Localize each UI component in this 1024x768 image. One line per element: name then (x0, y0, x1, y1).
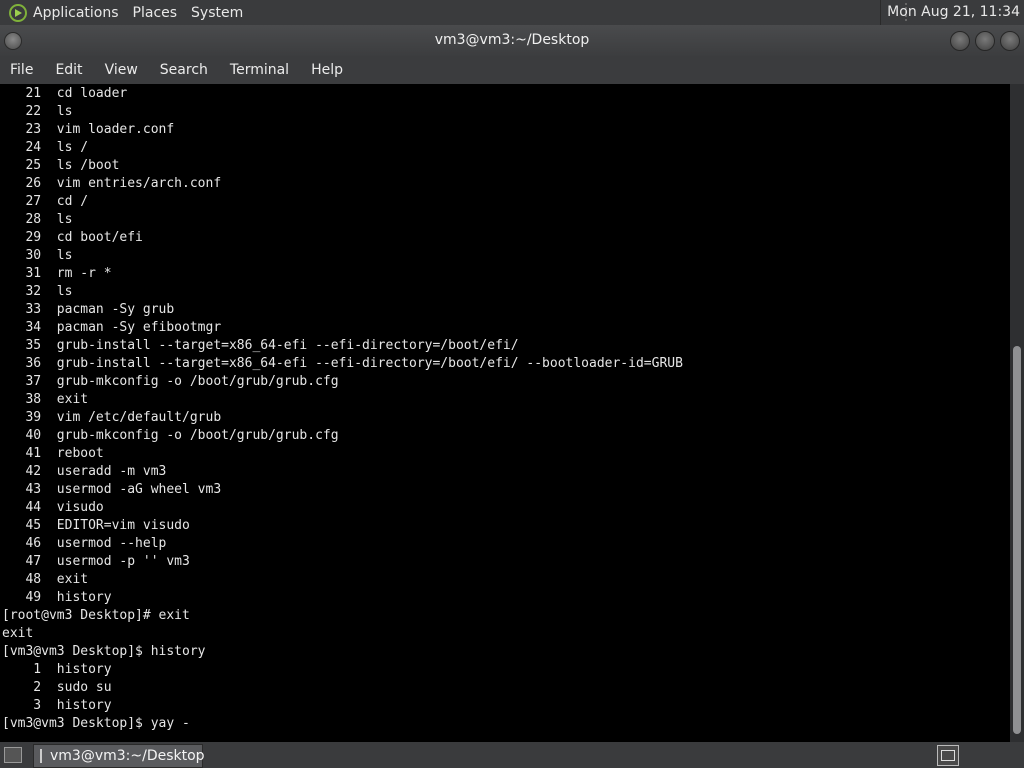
terminal-line: 29 cd boot/efi (2, 230, 143, 245)
menu-search[interactable]: Search (160, 62, 208, 78)
terminal-line: 2 sudo su (2, 680, 112, 695)
terminal-line: 42 useradd -m vm3 (2, 464, 167, 479)
terminal-line: 26 vim entries/arch.conf (2, 176, 222, 191)
terminal-line: 40 grub-mkconfig -o /boot/grub/grub.cfg (2, 428, 339, 443)
terminal-line: 25 ls /boot (2, 158, 120, 173)
menu-file[interactable]: File (10, 62, 33, 78)
terminal-line: 23 vim loader.conf (2, 122, 175, 137)
distro-logo-icon[interactable] (9, 3, 27, 22)
top-panel: Applications Places System Mon Aug 21, 1… (0, 0, 1024, 25)
terminal-line: 48 exit (2, 572, 89, 587)
window-titlebar[interactable]: vm3@vm3:~/Desktop (0, 25, 1024, 56)
terminal-line: 1 history (2, 662, 112, 677)
taskbar-label: vm3@vm3:~/Desktop (50, 748, 205, 764)
terminal-line: 30 ls (2, 248, 73, 263)
terminal-line: exit (2, 626, 34, 641)
scrollbar-thumb[interactable] (1013, 346, 1021, 734)
terminal-line: 3 history (2, 698, 112, 713)
terminal-line: 22 ls (2, 104, 73, 119)
terminal-line: [root@vm3 Desktop]# exit (2, 608, 190, 623)
menu-edit[interactable]: Edit (55, 62, 82, 78)
workspace-window-icon (941, 750, 955, 761)
terminal-line: 39 vim /etc/default/grub (2, 410, 222, 425)
window-title: vm3@vm3:~/Desktop (434, 32, 590, 48)
terminal-line: 47 usermod -p '' vm3 (2, 554, 190, 569)
terminal-line: 44 visudo (2, 500, 104, 515)
bottom-panel: vm3@vm3:~/Desktop (0, 742, 1024, 768)
menu-help[interactable]: Help (311, 62, 343, 78)
terminal-line: [vm3@vm3 Desktop]$ yay - (2, 716, 190, 731)
terminal-line: 37 grub-mkconfig -o /boot/grub/grub.cfg (2, 374, 339, 389)
terminal-line: 36 grub-install --target=x86_64-efi --ef… (2, 356, 683, 371)
terminal-line: 46 usermod --help (2, 536, 167, 551)
menu-view[interactable]: View (105, 62, 138, 78)
system-menu[interactable]: System (191, 5, 243, 21)
window-menu-icon[interactable] (4, 32, 22, 50)
terminal-line: 21 cd loader (2, 86, 128, 101)
terminal-icon (40, 749, 42, 763)
minimize-button[interactable] (950, 31, 970, 51)
terminal-output[interactable]: 21 cd loader 22 ls 23 vim loader.conf 24… (0, 84, 1010, 742)
terminal-line: 32 ls (2, 284, 73, 299)
terminal-line: 28 ls (2, 212, 73, 227)
taskbar-terminal-button[interactable]: vm3@vm3:~/Desktop (33, 744, 205, 768)
applications-menu[interactable]: Applications (33, 5, 119, 21)
terminal-menubar: File Edit View Search Terminal Help (0, 56, 1024, 84)
menu-terminal[interactable]: Terminal (230, 62, 289, 78)
terminal-line: 45 EDITOR=vim visudo (2, 518, 190, 533)
terminal-line: [vm3@vm3 Desktop]$ history (2, 644, 206, 659)
terminal-line: 34 pacman -Sy efibootmgr (2, 320, 222, 335)
show-desktop-icon[interactable] (4, 747, 22, 763)
terminal-line: 24 ls / (2, 140, 89, 155)
terminal-line: 31 rm -r * (2, 266, 112, 281)
terminal-scrollbar[interactable] (1010, 84, 1024, 742)
places-menu[interactable]: Places (133, 5, 178, 21)
clock[interactable]: Mon Aug 21, 11:34 (880, 0, 1020, 25)
terminal-line: 33 pacman -Sy grub (2, 302, 175, 317)
terminal-line: 41 reboot (2, 446, 104, 461)
terminal-line: 27 cd / (2, 194, 89, 209)
terminal-line: 35 grub-install --target=x86_64-efi --ef… (2, 338, 519, 353)
terminal-line: 38 exit (2, 392, 89, 407)
workspace-switcher[interactable] (937, 745, 959, 766)
terminal-line: 49 history (2, 590, 112, 605)
close-button[interactable] (1000, 31, 1020, 51)
terminal-line: 43 usermod -aG wheel vm3 (2, 482, 222, 497)
maximize-button[interactable] (975, 31, 995, 51)
